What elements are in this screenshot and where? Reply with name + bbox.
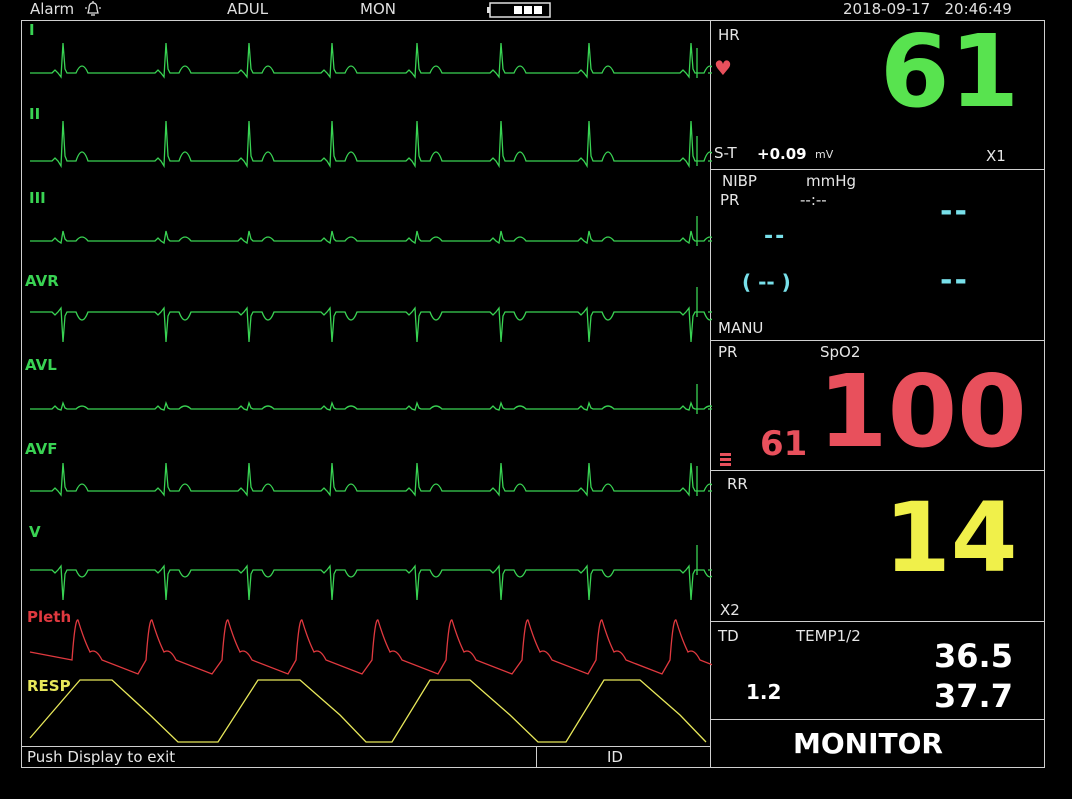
- spo2-pr-value: 61: [760, 424, 808, 464]
- spo2-pr-label: PR: [718, 343, 738, 361]
- nibp-systolic: --: [940, 194, 969, 229]
- lead-label-v: V: [29, 523, 41, 541]
- ecg-wave-iii: [30, 230, 712, 245]
- pleth-wave: [29, 619, 712, 675]
- hr-gain: X1: [986, 147, 1006, 165]
- ecg-wave-avf: [30, 462, 712, 497]
- lead-label-avl: AVL: [25, 356, 57, 374]
- ecg-wave-ii: [30, 120, 712, 169]
- pleth-label: Pleth: [27, 608, 72, 626]
- nibp-pr-label: PR: [720, 191, 740, 209]
- rr-gain: X2: [720, 601, 740, 619]
- lead-label-iii: III: [29, 189, 46, 207]
- st-unit: mV: [815, 148, 834, 161]
- nibp-label: NIBP: [722, 172, 757, 190]
- nibp-unit: mmHg: [806, 172, 857, 190]
- rr-value: 14: [884, 482, 1018, 594]
- footer-message: Push Display to exit: [27, 748, 176, 766]
- nibp-mean: ( -- ): [742, 270, 791, 294]
- nibp-pr-value: --: [764, 224, 787, 249]
- st-label: S-T: [714, 144, 737, 162]
- nibp-diastolic: --: [940, 263, 969, 298]
- spo2-value: 100: [818, 353, 1027, 470]
- temp1-value: 36.5: [934, 637, 1013, 675]
- signal-strength-icon: [720, 452, 732, 471]
- nibp-panel: [710, 170, 1045, 341]
- hr-value: 61: [880, 13, 1020, 130]
- lead-label-avr: AVR: [25, 272, 59, 290]
- temp-label: TEMP1/2: [796, 627, 861, 645]
- lead-label-avf: AVF: [25, 440, 58, 458]
- heart-icon: ♥: [714, 56, 732, 80]
- hr-label: HR: [718, 26, 740, 44]
- nibp-time: --:--: [800, 191, 827, 209]
- ecg-wave-v: [30, 564, 712, 601]
- td-value: 1.2: [746, 680, 782, 704]
- ecg-wave-avr: [30, 306, 712, 343]
- nibp-mode: MANU: [718, 319, 764, 337]
- temp2-value: 37.7: [934, 677, 1013, 715]
- lead-label-ii: II: [29, 105, 41, 123]
- ecg-wave-avl: [30, 400, 712, 411]
- footer-divider: [536, 746, 537, 768]
- patient-id-label[interactable]: ID: [607, 748, 623, 766]
- resp-wave: [29, 679, 707, 743]
- resp-label: RESP: [27, 677, 71, 695]
- waveform-canvas: [29, 42, 712, 743]
- rr-label: RR: [727, 475, 748, 493]
- monitor-mode-label[interactable]: MONITOR: [793, 727, 943, 760]
- ecg-wave-i: [30, 42, 712, 79]
- td-label: TD: [718, 627, 739, 645]
- st-value: +0.09: [757, 145, 807, 163]
- lead-label-i: I: [29, 21, 35, 39]
